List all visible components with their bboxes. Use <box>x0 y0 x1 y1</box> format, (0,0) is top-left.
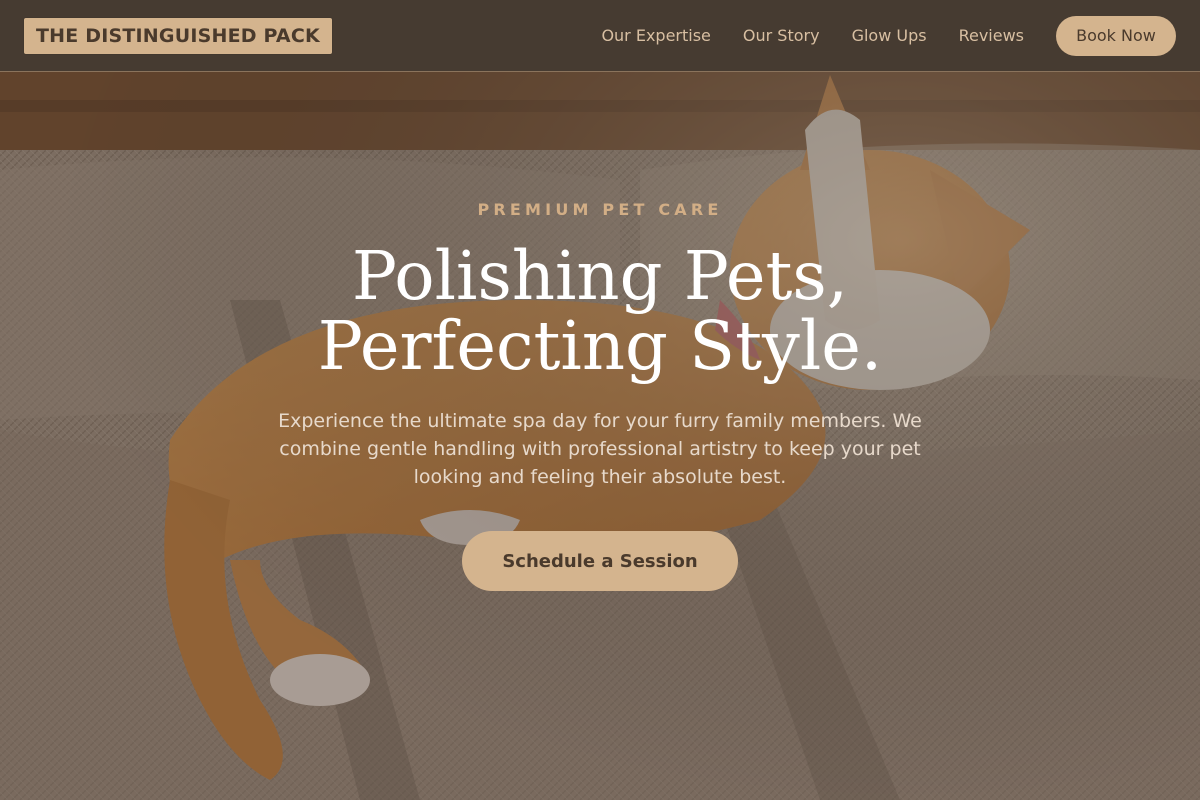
nav-link-glow-ups[interactable]: Glow Ups <box>852 26 927 45</box>
nav-link-our-story[interactable]: Our Story <box>743 26 820 45</box>
primary-nav: Our Expertise Our Story Glow Ups Reviews… <box>601 15 1176 56</box>
hero-description: Experience the ultimate spa day for your… <box>278 410 922 488</box>
hero-content: PREMIUM PET CARE Polishing Pets, Perfect… <box>0 200 1200 591</box>
hero-eyebrow: PREMIUM PET CARE <box>477 200 723 219</box>
hero-headline-line-1: Polishing Pets, <box>351 237 849 315</box>
nav-link-our-expertise[interactable]: Our Expertise <box>601 26 710 45</box>
book-now-button[interactable]: Book Now <box>1056 15 1176 56</box>
hero-headline: Polishing Pets, Perfecting Style. <box>0 241 1200 381</box>
top-navbar: THE DISTINGUISHED PACK Our Expertise Our… <box>0 0 1200 72</box>
nav-link-reviews[interactable]: Reviews <box>959 26 1024 45</box>
schedule-session-button[interactable]: Schedule a Session <box>462 531 738 591</box>
hero-headline-line-2: Perfecting Style. <box>317 307 883 385</box>
brand-logo[interactable]: THE DISTINGUISHED PACK <box>24 17 332 54</box>
